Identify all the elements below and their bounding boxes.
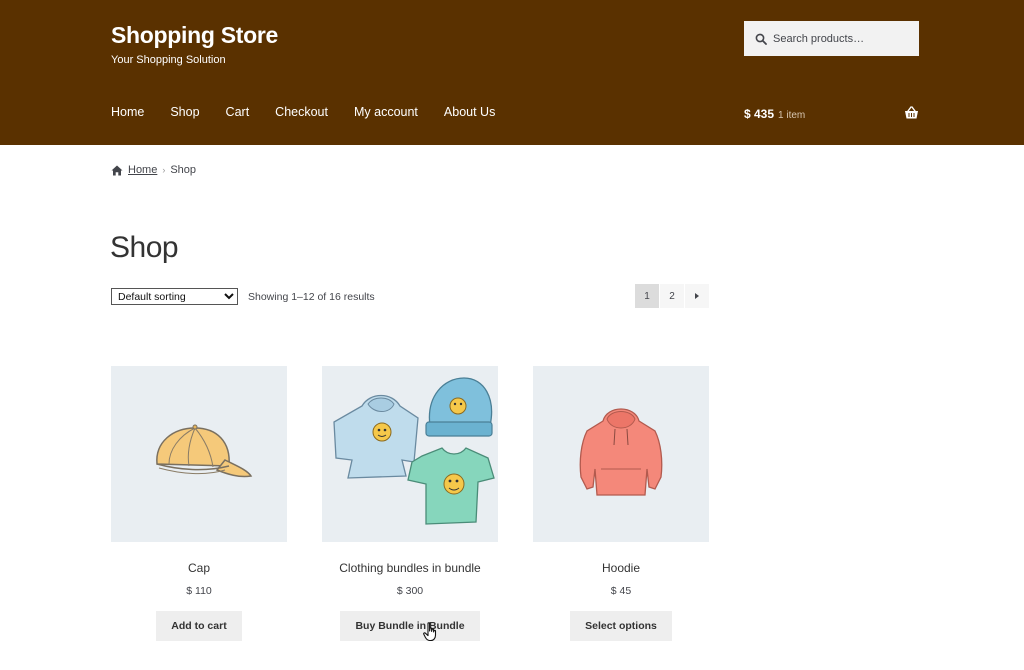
- product-card: Hoodie $ 45 Select options: [533, 366, 709, 641]
- cap-image: [156, 424, 253, 478]
- nav-shop[interactable]: Shop: [170, 105, 199, 119]
- breadcrumb-home[interactable]: Home: [128, 164, 157, 176]
- product-name[interactable]: Cap: [111, 561, 287, 575]
- site-header: Shopping Store Your Shopping Solution Ho…: [0, 0, 1024, 145]
- hand-pointer-icon: [423, 622, 437, 642]
- basket-icon[interactable]: [904, 106, 919, 120]
- nav-home[interactable]: Home: [111, 105, 144, 119]
- page-title: Shop: [110, 231, 179, 264]
- nav-checkout[interactable]: Checkout: [275, 105, 328, 119]
- breadcrumb-separator-icon: ›: [162, 165, 166, 175]
- product-price: $ 110: [186, 585, 212, 597]
- main-nav: Home Shop Cart Checkout My account About…: [111, 105, 521, 119]
- cart-total: $ 435: [744, 107, 775, 121]
- result-count: Showing 1–12 of 16 results: [248, 291, 375, 303]
- select-options-button[interactable]: Select options: [570, 611, 672, 641]
- add-to-cart-button[interactable]: Add to cart: [156, 611, 242, 641]
- nav-cart[interactable]: Cart: [226, 105, 250, 119]
- page-1[interactable]: 1: [635, 284, 659, 308]
- clothing-bundle-image: [333, 377, 495, 525]
- product-card: Cap $ 110 Add to cart: [111, 366, 287, 641]
- cart-count: 1 item: [778, 110, 806, 121]
- search-box[interactable]: [744, 21, 919, 56]
- nav-my-account[interactable]: My account: [354, 105, 418, 119]
- product-card: Clothing bundles in bundle $ 300 Buy Bun…: [322, 366, 498, 641]
- product-name[interactable]: Clothing bundles in bundle: [322, 561, 498, 575]
- pagination: 1 2: [635, 284, 710, 308]
- home-icon: [111, 165, 123, 175]
- page-2[interactable]: 2: [660, 284, 684, 308]
- product-name[interactable]: Hoodie: [533, 561, 709, 575]
- nav-about-us[interactable]: About Us: [444, 105, 495, 119]
- cart-summary[interactable]: $ 435 1 item: [744, 107, 805, 121]
- product-image[interactable]: [322, 366, 498, 542]
- product-image[interactable]: [111, 366, 287, 542]
- product-price: $ 300: [396, 585, 424, 597]
- search-icon: [755, 33, 767, 45]
- hoodie-image: [579, 408, 663, 496]
- search-input[interactable]: [773, 32, 903, 45]
- breadcrumb-current: Shop: [170, 164, 197, 176]
- chevron-right-icon: [695, 293, 699, 299]
- buy-bundle-button[interactable]: Buy Bundle in Bundle: [340, 611, 480, 641]
- sorting-select[interactable]: Default sorting: [111, 288, 238, 305]
- site-title[interactable]: Shopping Store: [111, 22, 278, 49]
- product-image[interactable]: [533, 366, 709, 542]
- next-page-button[interactable]: [685, 284, 709, 308]
- site-tagline: Your Shopping Solution: [111, 54, 226, 66]
- breadcrumb: Home › Shop: [111, 164, 196, 176]
- product-price: $ 45: [610, 585, 632, 597]
